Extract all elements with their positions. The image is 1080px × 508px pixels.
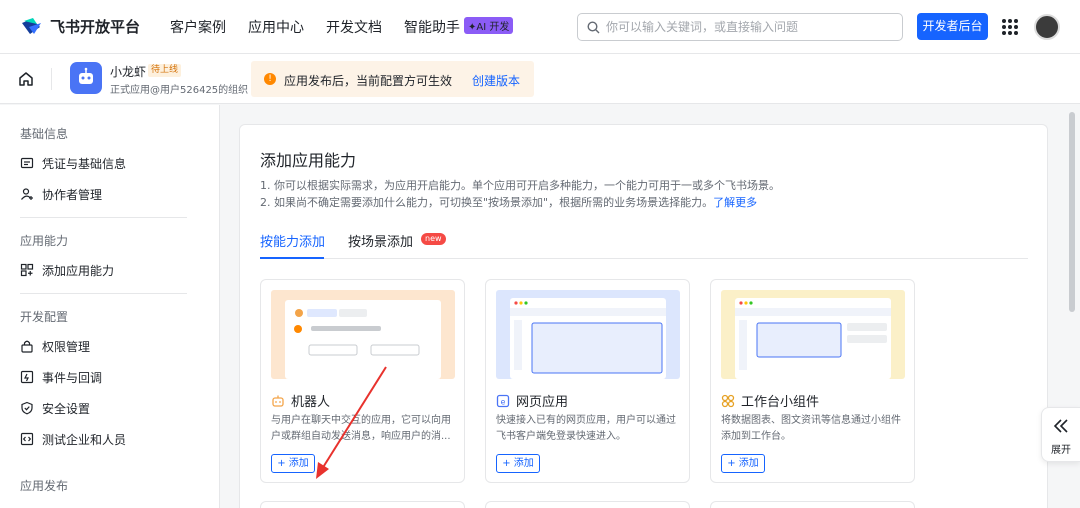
create-version-link[interactable]: 创建版本: [472, 72, 520, 89]
add-widget-button[interactable]: + 添加: [721, 454, 765, 473]
widget-preview-image: [721, 290, 905, 379]
feishu-logo-icon: [22, 18, 41, 34]
card-description: 将数据图表、图文资讯等信息通过小组件添加到工作台。: [721, 415, 901, 442]
status-badge: 待上线: [148, 64, 182, 77]
ai-badge: ✦AI 开发: [464, 17, 514, 34]
card-title-text: 工作台小组件: [741, 395, 820, 410]
event-icon: [20, 370, 34, 384]
sidebar-divider: [20, 217, 187, 218]
new-badge: new: [421, 233, 446, 245]
app-grid-icon[interactable]: [1002, 19, 1018, 35]
sidebar-item-collaborators[interactable]: 协作者管理: [20, 184, 102, 204]
tab-by-scenario[interactable]: 按场景添加: [348, 231, 413, 250]
nav-app-center[interactable]: 应用中心: [248, 17, 304, 37]
sidebar-item-label: 权限管理: [42, 339, 91, 354]
capability-card-widget[interactable]: 工作台小组件 将数据图表、图文资讯等信息通过小组件添加到工作台。 + 添加: [710, 279, 915, 483]
web-app-preview-image: [496, 290, 680, 379]
user-add-icon: [21, 188, 33, 200]
scrollbar[interactable]: [1069, 112, 1075, 312]
description-line-2: 2. 如果尚不确定需要添加什么能力，可切换至"按场景添加"，根据所需的业务场景选…: [260, 194, 757, 210]
page-title: 添加应用能力: [260, 151, 357, 170]
card-description: 快速接入已有的网页应用，用户可以通过飞书客户端免登录快速进入。: [496, 415, 676, 442]
robot-icon: [272, 395, 284, 407]
active-tab-indicator: [260, 257, 324, 259]
web-e-icon: e: [496, 394, 510, 407]
sidebar-divider: [20, 293, 187, 294]
credentials-icon: [20, 157, 34, 169]
app-subtitle: 正式应用@用户526425的组织: [110, 85, 249, 96]
nav-smart-assistant-label: 智能助手: [404, 20, 460, 36]
brand-name: 飞书开放平台: [50, 17, 141, 36]
tab-by-capability[interactable]: 按能力添加: [260, 231, 325, 250]
sidebar-item-credentials[interactable]: 凭证与基础信息: [20, 153, 126, 173]
app-name: 小龙虾: [110, 65, 147, 79]
warning-icon: !: [264, 73, 276, 85]
sidebar-item-label: 添加应用能力: [42, 263, 115, 278]
top-navbar: 飞书开放平台 客户案例 应用中心 开发文档 智能助手✦AI 开发 开发者后台: [0, 0, 1080, 54]
nav-links: 客户案例 应用中心 开发文档 智能助手 ✦AI 开发: [170, 17, 514, 37]
notice-text: 应用发布后，当前配置方可生效: [284, 74, 453, 88]
sidebar-item-label: 协作者管理: [42, 187, 103, 202]
main-panel: 添加应用能力 1. 你可以根据实际需求，为应用开启能力。单个应用可开启多种能力，…: [239, 124, 1048, 508]
nav-smart-assistant[interactable]: 智能助手 ✦AI 开发: [404, 17, 514, 37]
sidebar-group-app-capabilities: 应用能力: [20, 234, 69, 248]
code-icon: [20, 432, 34, 446]
app-bar: 小龙虾 待上线 正式应用@用户526425的组织 ! 应用发布后，当前配置方可生…: [0, 54, 1080, 104]
learn-more-link[interactable]: 了解更多: [713, 196, 757, 209]
widget-grid-icon: [721, 394, 735, 407]
nav-customer-cases[interactable]: 客户案例: [170, 17, 226, 37]
capability-card-partial[interactable]: [260, 501, 465, 508]
add-bot-button[interactable]: + 添加: [271, 454, 315, 473]
developer-console-button[interactable]: 开发者后台: [917, 13, 988, 40]
card-description: 与用户在聊天中交互的应用，它可以向用户或群组自动发送消息，响应用户的消...: [271, 415, 451, 442]
sidebar-item-label: 凭证与基础信息: [42, 156, 127, 171]
tab-bar: 按能力添加 按场景添加 new: [260, 229, 1028, 259]
capability-card-partial[interactable]: [710, 501, 915, 508]
sidebar-item-add-capability[interactable]: 添加应用能力: [20, 260, 114, 280]
capability-card-partial[interactable]: [485, 501, 690, 508]
expand-panel-button[interactable]: 展开: [1041, 407, 1080, 462]
card-title: 机器人: [271, 391, 330, 410]
card-title: e 网页应用: [496, 391, 568, 410]
sidebar-group-app-publish: 应用发布: [20, 479, 69, 493]
svg-text:e: e: [501, 397, 506, 406]
sidebar-item-label: 安全设置: [42, 401, 91, 416]
nav-dev-docs[interactable]: 开发文档: [326, 17, 382, 37]
app-robot-avatar: [70, 62, 102, 94]
sidebar-item-events[interactable]: 事件与回调: [20, 367, 102, 387]
divider: [51, 68, 52, 90]
sidebar-item-security[interactable]: 安全设置: [20, 398, 90, 418]
publish-notice: ! 应用发布后，当前配置方可生效 创建版本: [251, 61, 534, 97]
add-web-app-button[interactable]: + 添加: [496, 454, 540, 473]
robot-icon: [79, 67, 93, 84]
brand[interactable]: 飞书开放平台: [20, 15, 140, 37]
shield-icon: [21, 401, 33, 415]
search-icon: [587, 21, 600, 34]
home-icon[interactable]: [17, 70, 35, 88]
expand-label: 展开: [1051, 445, 1071, 456]
search-box[interactable]: [577, 13, 903, 41]
sidebar-item-test-tenants[interactable]: 测试企业和人员: [20, 429, 126, 449]
description-line-1: 1. 你可以根据实际需求，为应用开启能力。单个应用可开启多种能力，一个能力可用于…: [260, 179, 780, 192]
grid-add-icon: [20, 263, 34, 277]
card-title: 工作台小组件: [721, 391, 819, 410]
description-text: 2. 如果尚不确定需要添加什么能力，可切换至"按场景添加"，根据所需的业务场景选…: [260, 196, 714, 209]
bot-preview-image: [271, 290, 455, 379]
sidebar-group-basic-info: 基础信息: [20, 127, 69, 141]
card-title-text: 网页应用: [516, 395, 569, 410]
capability-card-web-app[interactable]: e 网页应用 快速接入已有的网页应用，用户可以通过飞书客户端免登录快速进入。 +…: [485, 279, 690, 483]
sidebar-item-permissions[interactable]: 权限管理: [20, 336, 90, 356]
sidebar-item-label: 事件与回调: [42, 370, 103, 385]
sidebar-item-label: 测试企业和人员: [42, 432, 127, 447]
lock-icon: [21, 340, 33, 353]
double-chevron-left-icon: [1053, 419, 1068, 433]
capability-card-bot[interactable]: 机器人 与用户在聊天中交互的应用，它可以向用户或群组自动发送消息，响应用户的消.…: [260, 279, 465, 483]
user-avatar[interactable]: [1034, 14, 1060, 40]
sidebar-group-dev-config: 开发配置: [20, 310, 69, 324]
card-title-text: 机器人: [291, 395, 331, 410]
search-input[interactable]: [606, 18, 896, 36]
sidebar: 基础信息 凭证与基础信息 协作者管理 应用能力 添加应用能力 开发配置 权限管理…: [0, 105, 220, 508]
